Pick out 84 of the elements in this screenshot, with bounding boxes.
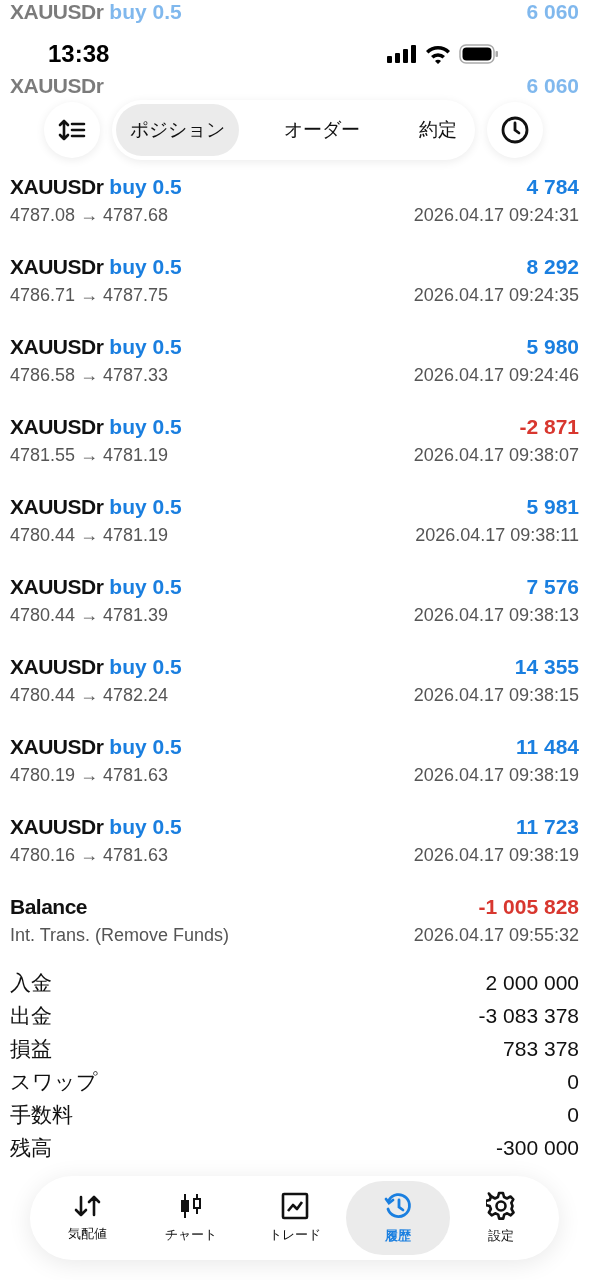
symbol-text: XAUUSDr — [10, 0, 104, 23]
time-text: 2026.04.17 09:38:19 — [413, 844, 579, 866]
price-text: 4780.44 → 4781.19 — [10, 524, 169, 546]
profit-text: 5 981 — [526, 494, 579, 519]
status-time: 13:38 — [48, 40, 110, 68]
summary-value: -300 000 — [496, 1135, 579, 1160]
profit-text: -2 871 — [519, 414, 579, 439]
symbol-text: XAUUSDr — [10, 654, 104, 678]
price-text: 4781.55 → 4781.19 — [10, 444, 169, 466]
summary-value: 783 378 — [503, 1036, 579, 1061]
price-text: 4780.44 → 4781.39 — [10, 604, 169, 626]
profit-text: 6 060 — [526, 0, 579, 24]
side-text: buy 0.5 — [109, 0, 182, 23]
symbol-text: XAUUSDr — [10, 574, 104, 598]
side-text: buy 0.5 — [109, 334, 182, 358]
summary-label: 損益 — [10, 1035, 52, 1062]
symbol-text: XAUUSDr — [10, 734, 104, 758]
side-text: buy 0.5 — [109, 654, 182, 678]
time-text: 2026.04.17 09:38:07 — [413, 444, 579, 466]
symbol-text: XAUUSDr — [10, 174, 104, 198]
profit-text: 6 060 — [526, 74, 579, 98]
wifi-icon — [425, 44, 451, 64]
price-text: 4780.44 → 4782.24 — [10, 684, 169, 706]
arrows-icon — [72, 1193, 103, 1219]
symbol-text: XAUUSDr — [10, 494, 104, 518]
tab[interactable]: オーダー — [270, 104, 374, 156]
settings-icon — [486, 1191, 517, 1221]
profit-text: 14 355 — [514, 654, 579, 679]
nav-item[interactable]: 設定 — [449, 1181, 554, 1255]
side-text: buy 0.5 — [109, 814, 182, 838]
symbol-text: XAUUSDr — [10, 814, 104, 838]
history-icon — [382, 1191, 413, 1221]
sort-icon — [58, 119, 86, 141]
time-text: 2026.04.17 09:24:46 — [413, 364, 579, 386]
symbol-text: Balance — [10, 894, 88, 918]
profit-text: 11 484 — [515, 734, 579, 759]
profit-text: 8 292 — [526, 254, 579, 279]
price-text: 4780.16 → 4781.63 — [10, 844, 169, 866]
time-text: 2026.04.17 09:38:13 — [413, 604, 579, 626]
time-text: 2026.04.17 09:38:15 — [413, 684, 579, 706]
price-text: 4786.71 → 4787.75 — [10, 284, 169, 306]
summary-label: 手数料 — [10, 1101, 73, 1128]
side-text: buy 0.5 — [109, 174, 182, 198]
signal-icon — [387, 45, 417, 63]
symbol-text: XAUUSDr — [10, 334, 104, 358]
summary-value: 0 — [567, 1069, 579, 1094]
profit-text: 7 576 — [526, 574, 579, 599]
profit-text: 4 784 — [526, 174, 579, 199]
profit-text: -1 005 828 — [478, 894, 579, 919]
summary-label: スワップ — [10, 1068, 98, 1095]
price-text: Int. Trans. (Remove Funds) — [10, 924, 230, 946]
side-text: buy 0.5 — [109, 574, 182, 598]
symbol-text: XAUUSDr — [10, 74, 104, 98]
time-text: 2026.04.17 09:55:32 — [413, 924, 579, 946]
summary-value: 0 — [567, 1102, 579, 1127]
tab[interactable]: ポジション — [116, 104, 239, 156]
time-text: 2026.04.17 09:38:11 — [415, 524, 579, 546]
summary-label: 入金 — [10, 969, 52, 996]
side-text: buy 0.5 — [109, 734, 182, 758]
line-chart-icon — [280, 1192, 309, 1220]
tab[interactable]: 約定 — [405, 104, 471, 156]
summary-value: -3 083 378 — [478, 1003, 579, 1028]
price-text: 4786.58 → 4787.33 — [10, 364, 169, 386]
profit-text: 11 723 — [515, 814, 579, 839]
symbol-text: XAUUSDr — [10, 254, 104, 278]
summary-label: 残高 — [10, 1134, 52, 1161]
summary-label: 出金 — [10, 1002, 52, 1029]
nav-item[interactable]: 気配値 — [36, 1181, 140, 1255]
summary-value: 2 000 000 — [485, 970, 579, 995]
battery-icon — [459, 44, 499, 64]
symbol-text: XAUUSDr — [10, 414, 104, 438]
side-text: buy 0.5 — [109, 254, 182, 278]
time-text: 2026.04.17 09:24:35 — [413, 284, 579, 306]
side-text: buy 0.5 — [109, 414, 182, 438]
time-text: 2026.04.17 09:24:31 — [413, 204, 579, 226]
price-text: 4787.08 → 4787.68 — [10, 204, 169, 226]
nav-item[interactable]: チャート — [139, 1181, 243, 1255]
price-text: 4780.19 → 4781.63 — [10, 764, 169, 786]
profit-text: 5 980 — [526, 334, 579, 359]
candlestick-icon — [179, 1192, 204, 1220]
clock-icon — [500, 115, 530, 145]
nav-item[interactable]: トレード — [242, 1181, 347, 1255]
time-text: 2026.04.17 09:38:19 — [413, 764, 579, 786]
side-text: buy 0.5 — [109, 494, 182, 518]
